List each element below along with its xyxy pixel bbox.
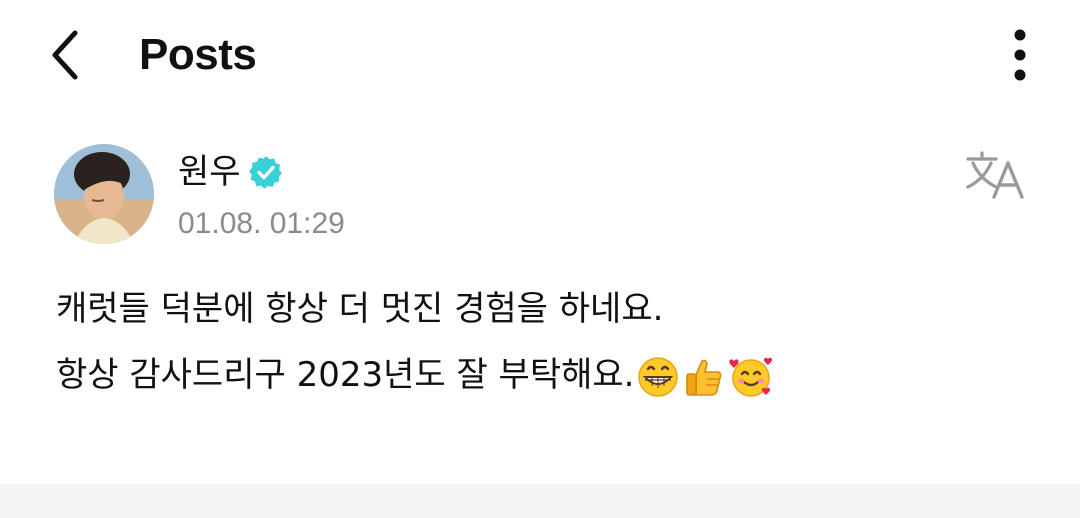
- translate-icon: [966, 151, 1024, 199]
- smiling-face-with-hearts-emoji-icon: [729, 357, 773, 397]
- post-text-line-1: 캐럿들 덕분에 항상 더 멋진 경험을 하네요.: [56, 289, 664, 329]
- grinning-face-emoji-icon: [638, 356, 679, 397]
- post-timestamp: 01.08. 01:29: [178, 207, 345, 240]
- verified-badge-icon: [248, 156, 282, 189]
- more-vertical-icon: [1014, 29, 1026, 81]
- section-divider: [0, 484, 1080, 518]
- posts-screen: Posts 원우 01.08. 01:29 캐럿들 덕분에 항상 더 멋진 경험…: [0, 0, 1080, 518]
- more-options-button[interactable]: [994, 20, 1046, 90]
- chevron-left-icon: [52, 30, 78, 80]
- author-name[interactable]: 원우: [178, 150, 241, 194]
- author-row: 원우: [178, 150, 283, 194]
- avatar-image: [54, 144, 154, 244]
- post-text-line-2: 항상 감사드리구 2023년도 잘 부탁해요.: [56, 355, 635, 395]
- thumbs-up-emoji-icon: [686, 359, 722, 396]
- post-body: 캐럿들 덕분에 항상 더 멋진 경험을 하네요. 항상 감사드리구 2023년도…: [56, 276, 1036, 408]
- post-item: 원우 01.08. 01:29 캐럿들 덕분에 항상 더 멋진 경험을 하네요.…: [0, 110, 1080, 484]
- page-title: Posts: [139, 30, 257, 79]
- avatar[interactable]: [54, 144, 154, 244]
- post-text-line-2-row: 항상 감사드리구 2023년도 잘 부탁해요.: [56, 342, 1036, 408]
- translate-button[interactable]: [960, 148, 1032, 204]
- header-bar: Posts: [0, 0, 1080, 110]
- back-button[interactable]: [30, 20, 100, 90]
